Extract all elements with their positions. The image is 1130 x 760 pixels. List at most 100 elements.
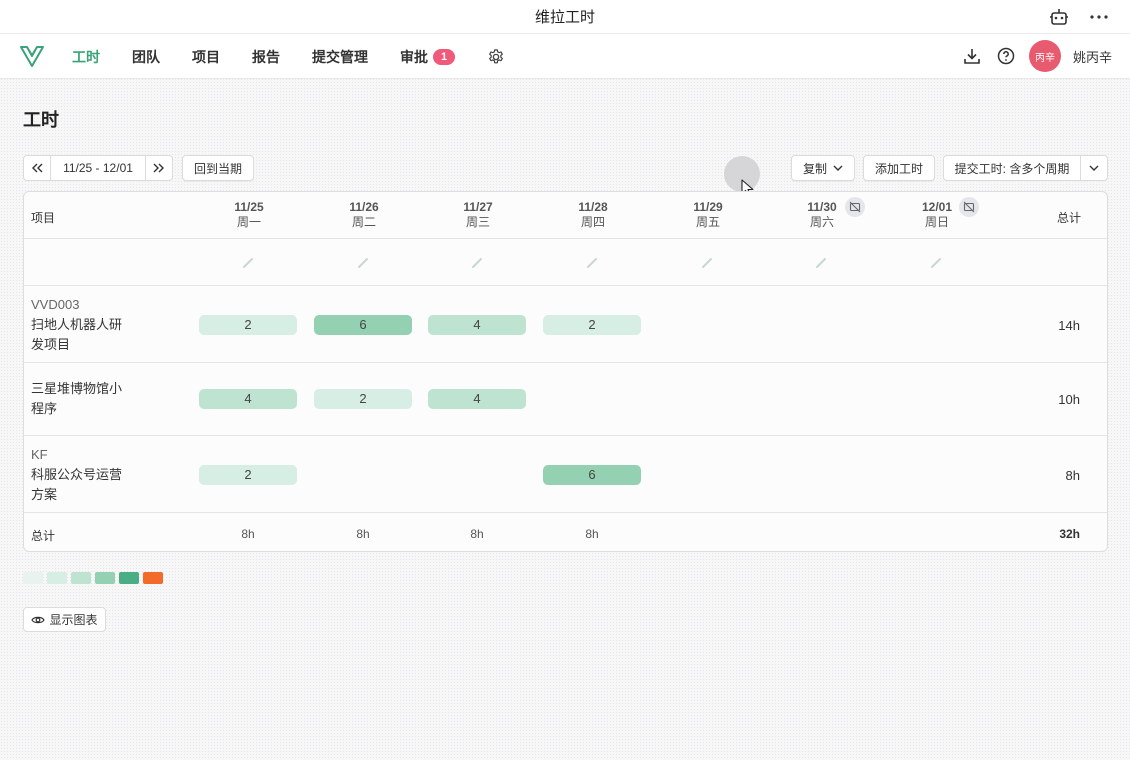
- hours-cell[interactable]: 4: [428, 315, 526, 335]
- column-header-project: 项目: [31, 211, 56, 225]
- submit-options-chevron-down-icon[interactable]: [1081, 156, 1107, 180]
- project-name-line: 方案: [31, 487, 58, 502]
- nav-label: 提交管理: [312, 48, 368, 65]
- nav-item-reports[interactable]: 报告: [252, 47, 280, 67]
- nav-item-team[interactable]: 团队: [132, 47, 160, 67]
- legend-swatch: [119, 572, 139, 584]
- table-footer-row: 总计 8h 8h 8h 8h 32h: [24, 513, 1107, 551]
- nav-item-timesheet[interactable]: 工时: [72, 47, 100, 67]
- hours-cell[interactable]: 2: [543, 315, 641, 335]
- window-title: 维拉工时: [534, 9, 595, 26]
- column-header-day: 11/27 周三: [423, 200, 533, 230]
- project-name[interactable]: KF 科服公众号运营 方案: [31, 445, 141, 505]
- day-weekday: 周六: [809, 215, 834, 229]
- day-total: 8h: [470, 527, 484, 541]
- column-header-day: 11/26 周二: [309, 200, 419, 230]
- eye-icon: [31, 616, 46, 623]
- submit-time-split-button: 提交工时: 含多个周期: [943, 155, 1108, 181]
- project-name-line: 扫地人机器人研: [31, 317, 123, 332]
- hours-cell[interactable]: 6: [543, 465, 641, 485]
- pencil-icon[interactable]: [242, 257, 254, 269]
- hours-cell[interactable]: 2: [314, 389, 412, 409]
- row-total: 10h: [1058, 392, 1080, 407]
- footer-total-label: 总计: [31, 529, 56, 543]
- back-to-current-button[interactable]: 回到当期: [182, 155, 254, 181]
- pencil-icon[interactable]: [357, 257, 369, 269]
- table-row: 三星堆博物馆小 程序 4 2 4 10h: [24, 363, 1107, 436]
- row-total: 8h: [1065, 468, 1080, 483]
- hours-cell[interactable]: 2: [199, 315, 297, 335]
- date-range-label[interactable]: 11/25 - 12/01: [50, 156, 146, 180]
- day-date: 11/27: [463, 200, 493, 214]
- copy-label: 复制: [802, 161, 827, 176]
- previous-period-button[interactable]: [24, 156, 50, 180]
- day-date: 11/29: [693, 200, 723, 214]
- add-time-button[interactable]: 添加工时: [863, 155, 935, 181]
- nav-label: 报告: [252, 48, 280, 65]
- project-name-line: 发项目: [31, 337, 71, 352]
- pencil-icon[interactable]: [815, 257, 827, 269]
- no-timer-icon[interactable]: [959, 197, 979, 217]
- intensity-legend: [23, 572, 163, 584]
- project-name[interactable]: 三星堆博物馆小 程序: [31, 379, 141, 419]
- column-header-day: 11/29 周五: [653, 200, 763, 230]
- quick-edit-row: [24, 239, 1107, 286]
- pencil-icon[interactable]: [471, 257, 483, 269]
- day-weekday: 周五: [695, 215, 720, 229]
- day-date: 11/28: [578, 200, 608, 214]
- no-timer-icon[interactable]: [845, 197, 865, 217]
- grand-total: 32h: [1059, 527, 1080, 541]
- project-code: KF: [31, 447, 48, 462]
- pencil-icon[interactable]: [930, 257, 942, 269]
- date-range-pager: 11/25 - 12/01: [23, 155, 173, 181]
- more-icon[interactable]: [1088, 6, 1110, 28]
- nav-item-projects[interactable]: 项目: [192, 47, 220, 67]
- help-icon[interactable]: [995, 45, 1017, 67]
- nav-label: 工时: [72, 48, 100, 65]
- show-chart-label: 显示图表: [49, 613, 98, 627]
- hours-cell[interactable]: 4: [428, 389, 526, 409]
- timesheet-table: 项目 11/25 周一 11/26 周二 11/27 周三 11/28 周四 11/29…: [23, 191, 1108, 552]
- hours-cell[interactable]: 4: [199, 389, 297, 409]
- day-date: 11/25: [234, 200, 264, 214]
- copy-dropdown-button[interactable]: 复制: [791, 155, 855, 181]
- page-title: 工时: [23, 110, 59, 130]
- chevron-down-icon: [833, 165, 843, 171]
- show-chart-button[interactable]: 显示图表: [23, 607, 106, 632]
- nav-item-submission-management[interactable]: 提交管理: [312, 47, 368, 67]
- day-weekday: 周日: [924, 215, 949, 229]
- approval-count-badge: 1: [433, 48, 455, 65]
- next-period-button[interactable]: [146, 156, 172, 180]
- hours-cell[interactable]: 2: [199, 465, 297, 485]
- project-name-line: 三星堆博物馆小: [31, 381, 123, 396]
- project-name-line: 程序: [31, 401, 58, 416]
- day-weekday: 周三: [465, 215, 490, 229]
- row-total: 14h: [1058, 318, 1080, 333]
- column-header-day: 11/25 周一: [194, 200, 304, 230]
- legend-swatch: [47, 572, 67, 584]
- download-icon[interactable]: [961, 45, 983, 67]
- user-name[interactable]: 姚丙辛: [1073, 47, 1112, 66]
- day-date: 11/26: [349, 200, 379, 214]
- hours-cell[interactable]: 6: [314, 315, 412, 335]
- main-navbar: 工时 团队 项目 报告 提交管理 审批 1 丙辛 姚丙辛: [0, 34, 1130, 79]
- column-header-day: 11/28 周四: [538, 200, 648, 230]
- project-name[interactable]: VVD003 扫地人机器人研 发项目: [31, 295, 141, 355]
- nav-label: 团队: [132, 48, 160, 65]
- app-logo-icon[interactable]: [18, 42, 46, 70]
- nav-item-approvals[interactable]: 审批 1: [400, 47, 455, 67]
- pencil-icon[interactable]: [586, 257, 598, 269]
- submit-time-button[interactable]: 提交工时: 含多个周期: [944, 156, 1081, 180]
- table-row: VVD003 扫地人机器人研 发项目 2 6 4 2 14h: [24, 286, 1107, 363]
- day-weekday: 周四: [580, 215, 605, 229]
- user-avatar[interactable]: 丙辛: [1028, 40, 1061, 72]
- legend-swatch: [23, 572, 43, 584]
- column-header-total: 总计: [1057, 211, 1082, 225]
- legend-swatch: [143, 572, 163, 584]
- settings-gear-icon[interactable]: [487, 48, 505, 66]
- pencil-icon[interactable]: [701, 257, 713, 269]
- day-weekday: 周一: [236, 215, 261, 229]
- robot-icon[interactable]: [1048, 6, 1070, 28]
- day-total: 8h: [241, 527, 255, 541]
- table-row: KF 科服公众号运营 方案 2 6 8h: [24, 436, 1107, 513]
